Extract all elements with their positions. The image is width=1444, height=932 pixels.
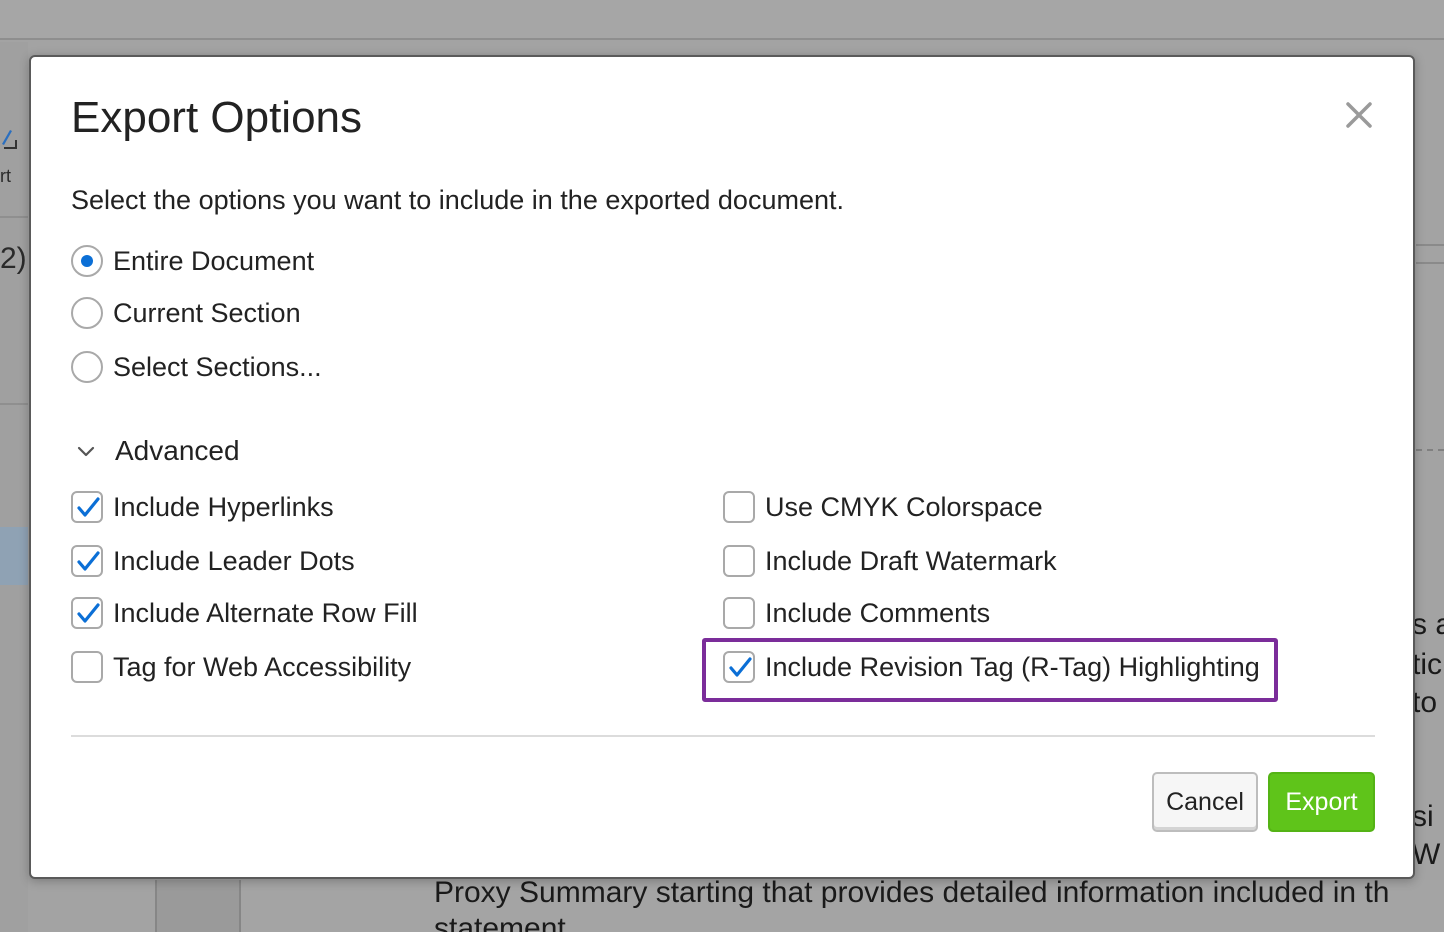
right-ruler-line bbox=[1416, 262, 1444, 264]
checkbox-label: Include Comments bbox=[765, 597, 991, 628]
advanced-label: Advanced bbox=[115, 435, 240, 466]
checkbox-checked[interactable] bbox=[71, 597, 103, 629]
right-dashed-guide bbox=[1416, 449, 1444, 451]
dialog-description: Select the options you want to include i… bbox=[71, 185, 844, 215]
left-panel-selected-row bbox=[0, 527, 28, 585]
export-options-dialog: Export Options Select the options you wa… bbox=[29, 55, 1415, 879]
app-toolbar-background bbox=[0, 0, 1444, 40]
document-text-line: Proxy Summary starting that provides det… bbox=[434, 876, 1390, 909]
right-ruler-line bbox=[1416, 244, 1444, 246]
checkbox-label: Include Revision Tag (R-Tag) Highlightin… bbox=[765, 651, 1260, 682]
radio-label: Current Section bbox=[113, 297, 301, 328]
close-icon bbox=[1346, 102, 1372, 128]
checkbox-label: Include Alternate Row Fill bbox=[113, 597, 418, 628]
option-tag-web-accessibility[interactable]: Tag for Web Accessibility bbox=[71, 651, 411, 683]
radio-button-selected[interactable] bbox=[71, 245, 103, 277]
radio-button[interactable] bbox=[71, 297, 103, 329]
checkbox[interactable] bbox=[723, 491, 755, 523]
dialog-title: Export Options bbox=[71, 93, 363, 142]
document-text-fragment: s a bbox=[1412, 608, 1444, 641]
export-button[interactable]: Export bbox=[1268, 772, 1375, 832]
checkbox-label: Include Draft Watermark bbox=[765, 545, 1057, 576]
left-panel-divider bbox=[0, 216, 28, 218]
cancel-button[interactable]: Cancel bbox=[1152, 772, 1258, 832]
checkmark-icon bbox=[729, 657, 752, 677]
checkbox-checked[interactable] bbox=[723, 651, 755, 683]
document-text-line: statement bbox=[434, 912, 566, 932]
checkbox[interactable] bbox=[71, 651, 103, 683]
option-include-comments[interactable]: Include Comments bbox=[723, 597, 990, 629]
left-panel-divider bbox=[0, 403, 28, 405]
checkbox[interactable] bbox=[723, 597, 755, 629]
pen-icon bbox=[2, 130, 17, 149]
checkbox[interactable] bbox=[723, 545, 755, 577]
checkbox-label: Tag for Web Accessibility bbox=[113, 651, 412, 682]
option-include-leader-dots[interactable]: Include Leader Dots bbox=[71, 545, 355, 577]
radio-current-section[interactable]: Current Section bbox=[71, 297, 301, 329]
radio-button[interactable] bbox=[71, 351, 103, 383]
option-include-hyperlinks[interactable]: Include Hyperlinks bbox=[71, 491, 334, 523]
advanced-toggle[interactable]: Advanced bbox=[75, 435, 240, 467]
checkbox-label: Use CMYK Colorspace bbox=[765, 491, 1043, 522]
radio-entire-document[interactable]: Entire Document bbox=[71, 245, 314, 277]
option-include-alternate-row-fill[interactable]: Include Alternate Row Fill bbox=[71, 597, 418, 629]
checkmark-icon bbox=[77, 603, 100, 623]
document-text-fragment: W bbox=[1412, 838, 1441, 871]
document-margin-column bbox=[155, 880, 241, 932]
document-text-fragment: si bbox=[1412, 800, 1434, 833]
close-button[interactable] bbox=[1343, 99, 1375, 131]
checkbox-checked[interactable] bbox=[71, 545, 103, 577]
option-include-draft-watermark[interactable]: Include Draft Watermark bbox=[723, 545, 1057, 577]
radio-label: Entire Document bbox=[113, 245, 315, 276]
left-fragment: 2) bbox=[0, 242, 27, 275]
checkbox-label: Include Leader Dots bbox=[113, 545, 355, 576]
radio-select-sections[interactable]: Select Sections... bbox=[71, 351, 322, 383]
radio-label: Select Sections... bbox=[113, 351, 322, 382]
document-text-fragment: to bbox=[1412, 686, 1438, 719]
checkbox-checked[interactable] bbox=[71, 491, 103, 523]
left-fragment: rt bbox=[0, 166, 11, 186]
chevron-down-icon bbox=[77, 446, 95, 457]
option-use-cmyk-colorspace[interactable]: Use CMYK Colorspace bbox=[723, 491, 1043, 523]
option-include-revision-tag-highlighting[interactable]: Include Revision Tag (R-Tag) Highlightin… bbox=[723, 651, 1260, 683]
footer-divider bbox=[71, 735, 1375, 737]
checkbox-label: Include Hyperlinks bbox=[113, 491, 334, 522]
checkmark-icon bbox=[77, 497, 100, 517]
checkmark-icon bbox=[77, 551, 100, 571]
document-text-fragment: tic bbox=[1412, 648, 1442, 681]
